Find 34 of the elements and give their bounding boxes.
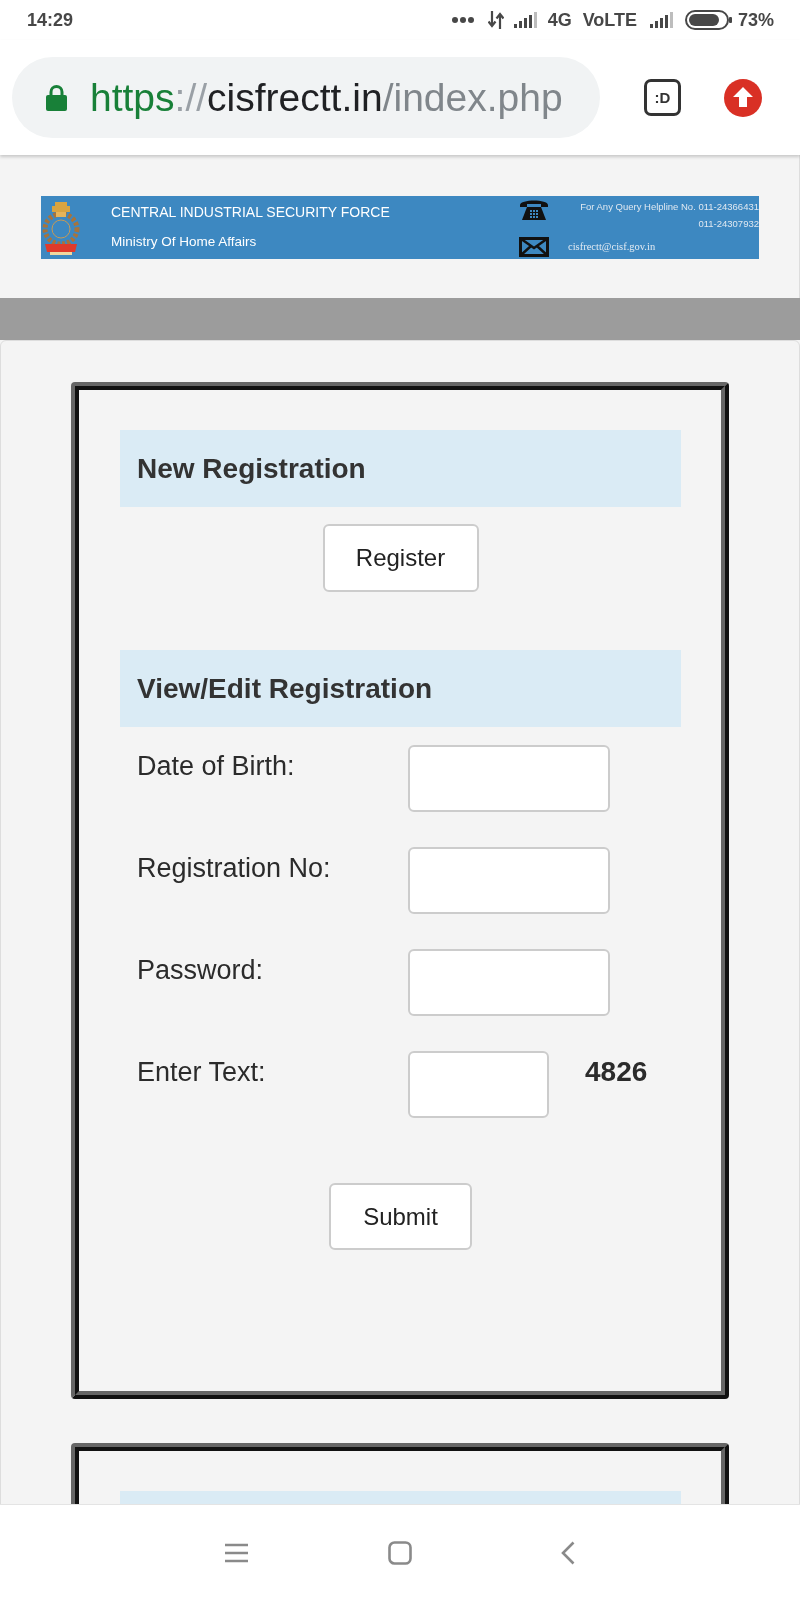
signal-icon	[649, 12, 673, 28]
input-field[interactable]	[408, 745, 610, 812]
field-label: Enter Text:	[137, 1056, 267, 1088]
field-label: Password:	[137, 954, 265, 986]
phone-number: 011-24307932	[698, 217, 759, 231]
battery-icon	[684, 10, 732, 30]
email-address: cisfrectt@cisf.gov.in	[568, 241, 657, 252]
volte-label: VoLTE	[582, 9, 637, 31]
captcha-code: 4826	[585, 1055, 648, 1088]
network-type: 4G	[547, 9, 572, 31]
field-label: Registration No:	[137, 852, 332, 884]
ministry-name: Ministry Of Home Affairs	[111, 233, 257, 250]
menu-icon[interactable]	[225, 1542, 248, 1563]
submit-button[interactable]: Submit	[329, 1183, 472, 1250]
clock-time: 14:29	[27, 9, 74, 31]
extension-button[interactable]: :D	[644, 79, 681, 116]
back-icon[interactable]	[561, 1540, 575, 1565]
signal-icon	[513, 12, 537, 28]
address-bar[interactable]: https://cisfrectt.in/index.php	[12, 57, 600, 138]
section-heading: View/Edit Registration	[120, 650, 681, 727]
input-field[interactable]	[408, 949, 610, 1016]
input-field[interactable]	[408, 847, 610, 914]
section-heading: New Registration	[120, 430, 681, 507]
input-field[interactable]	[408, 1051, 549, 1118]
helpline-text: For Any Query Helpline No. 011-24366431	[580, 200, 759, 214]
field-label: Date of Birth:	[137, 750, 296, 782]
lock-icon	[46, 84, 67, 111]
data-arrows-icon	[487, 11, 504, 29]
more-dots-icon	[451, 17, 474, 23]
organization-title: CENTRAL INDUSTRIAL SECURITY FORCE	[111, 204, 390, 221]
battery-percent: 73%	[737, 9, 774, 31]
square-icon[interactable]	[388, 1540, 412, 1565]
envelope-icon	[519, 236, 549, 257]
register-button[interactable]: Register	[322, 524, 479, 592]
